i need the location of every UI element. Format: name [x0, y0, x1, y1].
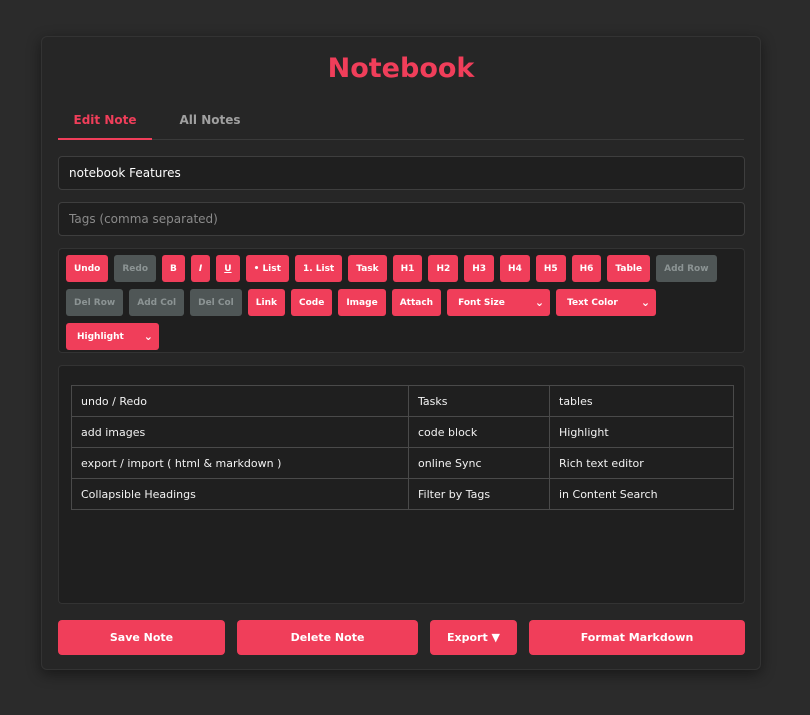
save-note-button[interactable]: Save Note: [58, 620, 225, 655]
toolbar-button-i[interactable]: I: [190, 255, 211, 282]
table-cell[interactable]: export / import ( html & markdown ): [71, 447, 409, 479]
toolbar-button-h4[interactable]: H4: [500, 255, 530, 282]
toolbar-button-add-col[interactable]: Add Col: [129, 289, 185, 316]
highlight-select[interactable]: Highlight ⌄: [66, 323, 159, 350]
export-button[interactable]: Export ▼: [430, 620, 517, 655]
table-cell[interactable]: Filter by Tags: [408, 478, 550, 510]
table-row: add images code block Highlight: [71, 416, 734, 448]
toolbar-button-h6[interactable]: H6: [571, 255, 602, 282]
toolbar-button-task[interactable]: Task: [348, 255, 387, 282]
toolbar-button-h3[interactable]: H3: [464, 255, 495, 282]
chevron-down-icon: ⌄: [640, 296, 651, 309]
toolbar-button-del-row[interactable]: Del Row: [66, 289, 124, 316]
action-bar: Save Note Delete Note Export ▼ Format Ma…: [58, 620, 745, 655]
table-row: Collapsible Headings Filter by Tags in Con…: [71, 478, 734, 510]
select-label: Highlight: [77, 331, 124, 342]
app-title: Notebook: [327, 53, 475, 84]
table-cell[interactable]: online Sync: [408, 447, 550, 479]
tab-edit-note[interactable]: Edit Note: [58, 107, 152, 140]
note-editor[interactable]: undo / Redo Tasks tables add images code blo…: [58, 365, 745, 604]
table-cell[interactable]: code block: [408, 416, 550, 448]
table-cell[interactable]: Highlight: [549, 416, 734, 448]
toolbar-button-h1[interactable]: H1: [392, 255, 423, 282]
chevron-down-icon: ⌄: [534, 296, 545, 309]
table-row: export / import ( html & markdown ) onlin…: [71, 447, 734, 479]
toolbar-button-del-col[interactable]: Del Col: [190, 289, 242, 316]
toolbar-button-link[interactable]: Link: [247, 289, 285, 316]
table-cell[interactable]: add images: [71, 416, 409, 448]
toolbar-button-table[interactable]: Table: [607, 255, 651, 282]
toolbar-button-u[interactable]: U: [216, 255, 240, 282]
toolbar-button-redo[interactable]: Redo: [114, 255, 157, 282]
select-label: Text Color: [567, 297, 618, 308]
delete-note-button[interactable]: Delete Note: [237, 620, 418, 655]
chevron-down-icon: ⌄: [143, 330, 153, 343]
toolbar-button-image[interactable]: Image: [338, 289, 386, 316]
table-cell[interactable]: Rich text editor: [549, 447, 734, 479]
text-color-select[interactable]: Text Color ⌄: [556, 289, 657, 316]
tab-bar: Edit Note All Notes: [58, 107, 744, 140]
toolbar-button-undo[interactable]: Undo: [66, 255, 109, 282]
table-cell[interactable]: undo / Redo: [71, 385, 409, 417]
table-row: undo / Redo Tasks tables: [71, 385, 734, 417]
format-markdown-button[interactable]: Format Markdown: [529, 620, 745, 655]
notebook-card: Notebook Edit Note All Notes UndoRedoBIU…: [41, 36, 761, 670]
select-label: Font Size: [458, 297, 505, 308]
toolbar-button-b[interactable]: B: [162, 255, 185, 282]
toolbar-button-code[interactable]: Code: [290, 289, 333, 316]
tags-input[interactable]: [58, 202, 745, 236]
tab-all-notes[interactable]: All Notes: [152, 107, 268, 140]
table-cell[interactable]: Collapsible Headings: [71, 478, 409, 510]
toolbar-button-h5[interactable]: H5: [535, 255, 566, 282]
table-cell[interactable]: Tasks: [408, 385, 550, 417]
toolbar-button-1-list[interactable]: 1. List: [294, 255, 343, 282]
toolbar-button-list[interactable]: • List: [245, 255, 289, 282]
font-size-select[interactable]: Font Size ⌄: [447, 289, 551, 316]
toolbar-button-add-row[interactable]: Add Row: [656, 255, 717, 282]
features-table: undo / Redo Tasks tables add images code blo…: [71, 385, 734, 510]
note-title-input[interactable]: [58, 156, 745, 190]
toolbar-button-attach[interactable]: Attach: [391, 289, 442, 316]
table-cell[interactable]: tables: [549, 385, 734, 417]
toolbar-button-h2[interactable]: H2: [428, 255, 459, 282]
formatting-toolbar: Undo Redo B I U • List 1. List Task H1 H2 H3 H4 H5 H6…: [58, 248, 745, 353]
table-cell[interactable]: in Content Search: [549, 478, 734, 510]
